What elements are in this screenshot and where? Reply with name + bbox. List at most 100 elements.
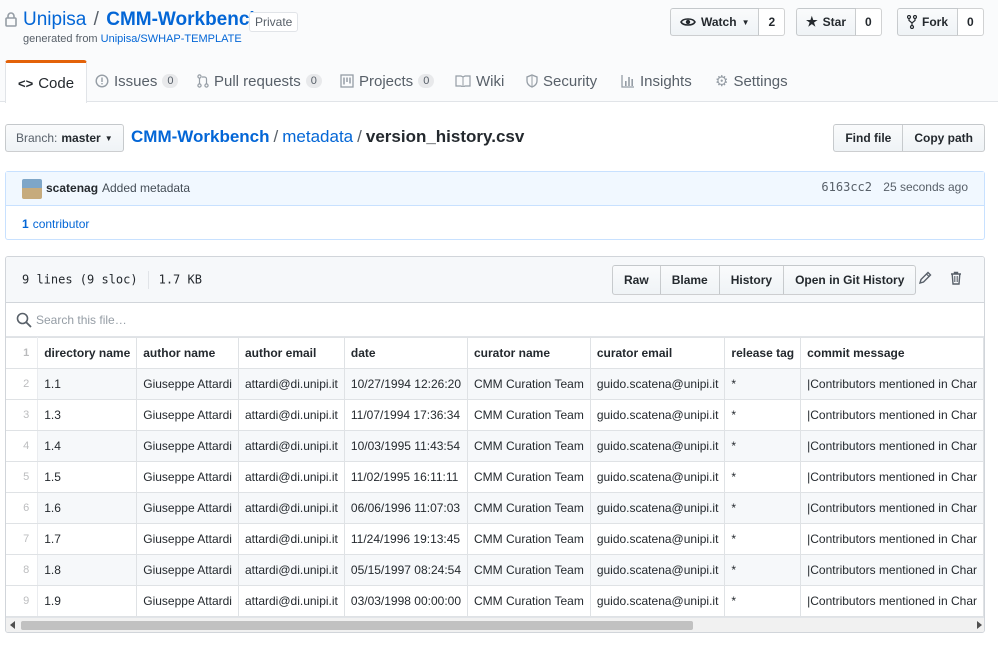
line-number[interactable]: 3 xyxy=(6,399,39,431)
breadcrumb-root-link[interactable]: CMM-Workbench xyxy=(131,127,270,146)
table-header-cell: curator name xyxy=(467,337,591,369)
table-cell: 03/03/1998 00:00:00 xyxy=(343,585,469,617)
repo-owner-link[interactable]: Unipisa xyxy=(23,9,86,30)
table-cell: * xyxy=(724,585,802,617)
table-header-cell: directory name xyxy=(37,337,138,369)
table-cell: 1.7 xyxy=(37,523,138,555)
code-icon: <> xyxy=(18,75,34,91)
tab-projects[interactable]: Projects 0 xyxy=(340,60,435,102)
raw-button[interactable]: Raw xyxy=(612,265,661,295)
table-row: 8 1.8 Giuseppe Attardi attardi@di.unipi.it 0… xyxy=(6,554,984,586)
tab-pull-requests-label: Pull requests xyxy=(214,72,301,90)
star-button[interactable]: ★ Star xyxy=(796,8,856,36)
table-cell: attardi@di.unipi.it xyxy=(237,399,345,431)
file-info: 9 lines (9 sloc) 1.7 KB xyxy=(22,271,202,289)
file-nav-buttons: Find file Copy path xyxy=(833,124,985,152)
scroll-left-icon[interactable] xyxy=(10,621,15,629)
table-cell: attardi@di.unipi.it xyxy=(237,492,345,524)
table-cell: 1.8 xyxy=(37,554,138,586)
line-number[interactable]: 4 xyxy=(6,430,39,462)
tab-settings[interactable]: ⚙ Settings xyxy=(715,60,788,102)
watch-button[interactable]: Watch ▼ xyxy=(670,8,760,36)
line-number[interactable]: 7 xyxy=(6,523,39,555)
tab-wiki[interactable]: Wiki xyxy=(455,60,504,102)
issues-counter: 0 xyxy=(162,74,179,88)
search-input[interactable] xyxy=(36,309,636,331)
breadcrumb: CMM-Workbench / metadata / version_history.c… xyxy=(131,127,524,147)
tab-code[interactable]: <> Code xyxy=(5,60,88,103)
tab-pull-requests[interactable]: Pull requests 0 xyxy=(197,60,322,102)
tab-settings-label: Settings xyxy=(733,72,788,90)
commit-message-link[interactable]: Added metadata xyxy=(102,181,190,195)
table-cell: 11/24/1996 19:13:45 xyxy=(343,523,469,555)
line-number[interactable]: 5 xyxy=(6,461,39,493)
table-cell: CMM Curation Team xyxy=(467,554,591,586)
tab-insights-label: Insights xyxy=(640,72,692,90)
projects-counter: 0 xyxy=(418,74,435,88)
csv-table-container: 1 directory name author name author email da… xyxy=(6,337,984,617)
tab-security[interactable]: Security xyxy=(526,60,597,102)
contributors-label: contributor xyxy=(32,217,90,231)
table-cell: * xyxy=(724,554,802,586)
branch-select[interactable]: Branch: master ▼ xyxy=(5,124,124,152)
tab-issues[interactable]: Issues 0 xyxy=(95,60,179,102)
table-cell: 1.9 xyxy=(37,585,138,617)
trash-icon[interactable] xyxy=(950,271,962,285)
table-cell: CMM Curation Team xyxy=(467,523,591,555)
table-row: 6 1.6 Giuseppe Attardi attardi@di.unipi.it 0… xyxy=(6,492,984,524)
history-button[interactable]: History xyxy=(718,265,785,295)
tab-issues-label: Issues xyxy=(114,72,158,90)
gear-icon: ⚙ xyxy=(715,73,729,90)
find-file-button[interactable]: Find file xyxy=(833,124,904,152)
table-row: 2 1.1 Giuseppe Attardi attardi@di.unipi.it 1… xyxy=(6,368,984,400)
line-number[interactable]: 6 xyxy=(6,492,39,524)
private-badge: Private xyxy=(249,12,299,32)
table-header-cell: author email xyxy=(237,337,345,369)
chevron-down-icon: ▼ xyxy=(104,133,113,143)
latest-commit-bar: scatenag Added metadata 6163cc2 25 secon… xyxy=(6,172,984,206)
table-header-cell: curator email xyxy=(589,337,726,369)
table-cell: attardi@di.unipi.it xyxy=(237,523,345,555)
fork-button[interactable]: Fork xyxy=(897,8,959,36)
wiki-icon xyxy=(455,75,471,87)
pencil-icon[interactable] xyxy=(918,271,932,285)
table-cell: guido.scatena@unipi.it xyxy=(589,585,726,617)
fork-count[interactable]: 0 xyxy=(958,8,984,36)
scrollbar-thumb[interactable] xyxy=(21,621,693,630)
repo-name-link[interactable]: CMM-Workbench xyxy=(106,9,261,30)
fork-action: Fork 0 xyxy=(897,8,984,36)
commit-author-link[interactable]: scatenag xyxy=(46,181,98,195)
repo-title: Unipisa / CMM-Workbench xyxy=(23,9,261,31)
copy-path-button[interactable]: Copy path xyxy=(902,124,985,152)
table-cell: |Contributors mentioned in Char xyxy=(800,399,984,431)
table-cell: Giuseppe Attardi xyxy=(136,585,239,617)
project-icon xyxy=(340,74,354,88)
avatar[interactable] xyxy=(22,179,42,199)
watch-label: Watch xyxy=(701,15,737,29)
line-number[interactable]: 2 xyxy=(6,368,39,400)
star-count[interactable]: 0 xyxy=(856,8,882,36)
horizontal-scrollbar[interactable] xyxy=(6,617,984,632)
star-label: Star xyxy=(822,15,846,29)
tab-security-label: Security xyxy=(543,72,598,90)
line-number[interactable]: 9 xyxy=(6,585,39,617)
tab-projects-label: Projects xyxy=(359,72,414,90)
line-number[interactable]: 1 xyxy=(6,337,39,369)
breadcrumb-dir-link[interactable]: metadata xyxy=(282,127,353,146)
line-number[interactable]: 8 xyxy=(6,554,39,586)
watch-count[interactable]: 2 xyxy=(759,8,786,36)
contributors-link[interactable]: 1 contributor xyxy=(22,217,89,231)
table-cell: CMM Curation Team xyxy=(467,585,591,617)
tab-insights[interactable]: Insights xyxy=(621,60,692,102)
lock-icon xyxy=(5,12,17,27)
commit-sha-link[interactable]: 6163cc2 xyxy=(821,180,872,194)
repo-title-separator: / xyxy=(88,9,105,30)
table-cell: guido.scatena@unipi.it xyxy=(589,461,726,493)
template-link[interactable]: Unipisa/SWHAP-TEMPLATE xyxy=(101,33,242,45)
open-in-git-history-button[interactable]: Open in Git History xyxy=(783,265,917,295)
fork-icon xyxy=(907,15,917,29)
scroll-right-icon[interactable] xyxy=(977,621,982,629)
blame-button[interactable]: Blame xyxy=(659,265,720,295)
table-cell: |Contributors mentioned in Char xyxy=(800,523,984,555)
table-cell: 05/15/1997 08:24:54 xyxy=(343,554,469,586)
